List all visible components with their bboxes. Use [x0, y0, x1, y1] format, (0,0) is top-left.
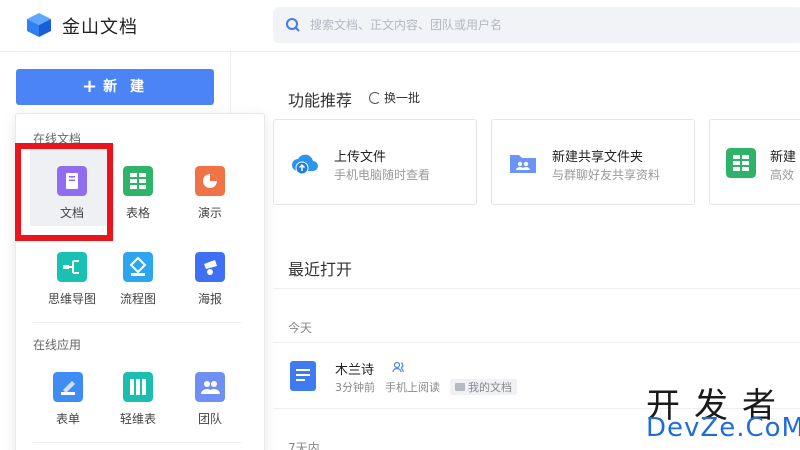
divider — [273, 288, 800, 289]
upload-file-card[interactable]: 上传文件 手机电脑随时查看 — [273, 119, 477, 205]
folder-tag[interactable]: 我的文档 — [450, 379, 517, 395]
file-meta: 3分钟前 手机上阅读 我的文档 — [335, 379, 517, 395]
refresh-button[interactable]: 换一批 — [369, 89, 420, 106]
file-time: 3分钟前 — [335, 381, 375, 394]
item-label: 团队 — [197, 412, 222, 426]
create-poster-item[interactable]: 海报 — [174, 252, 246, 312]
card-subtitle: 手机电脑随时查看 — [334, 168, 431, 182]
app-title[interactable]: 金山文档 — [62, 13, 138, 39]
sheet-icon — [726, 148, 756, 178]
card-title: 新建 — [770, 150, 797, 165]
sheet-icon — [123, 166, 153, 196]
divider — [33, 322, 241, 323]
file-device: 手机上阅读 — [385, 381, 440, 394]
kdocs-logo-icon[interactable] — [26, 12, 52, 38]
search-input[interactable]: 搜索文档、正文内容、团队或用户名 — [310, 16, 502, 33]
create-form-item[interactable]: 表单 — [32, 372, 104, 432]
new-sheet-card[interactable]: 新建 高效 — [709, 119, 800, 205]
top-header: 金山文档 搜索文档、正文内容、团队或用户名 — [0, 0, 800, 52]
card-subtitle: 高效 — [770, 168, 795, 182]
form-icon — [53, 372, 83, 402]
mindmap-icon — [57, 252, 87, 282]
today-label: 今天 — [288, 321, 313, 335]
highlight-annotation-box — [15, 143, 113, 241]
create-lightsheet-item[interactable]: 轻维表 — [102, 372, 174, 432]
shared-folder-card[interactable]: 新建共享文件夹 与群聊好友共享资料 — [491, 119, 695, 205]
doc-file-icon — [290, 361, 316, 391]
shared-folder-icon — [510, 155, 536, 173]
create-slides-item[interactable]: 演示 — [174, 166, 246, 226]
folder-icon — [455, 383, 465, 391]
refresh-icon — [369, 92, 381, 104]
watermark-domain: DevZe.CoM — [646, 413, 800, 443]
card-title: 上传文件 — [334, 150, 387, 165]
new-button-label: 新 建 — [103, 79, 148, 95]
create-team-item[interactable]: 团队 — [174, 372, 246, 432]
team-icon — [195, 372, 225, 402]
new-button[interactable]: + 新 建 — [16, 69, 214, 105]
item-label: 演示 — [197, 206, 222, 220]
slides-icon — [195, 166, 225, 196]
online-apps-title: 在线应用 — [33, 338, 82, 352]
file-name[interactable]: 木兰诗 — [335, 359, 374, 378]
flowchart-icon — [123, 252, 153, 282]
search-bar[interactable]: 搜索文档、正文内容、团队或用户名 — [273, 7, 800, 43]
shared-users-icon — [392, 361, 404, 373]
item-label: 轻维表 — [119, 412, 156, 426]
create-flowchart-item[interactable]: 流程图 — [102, 252, 174, 312]
search-icon — [286, 18, 300, 32]
card-title: 新建共享文件夹 — [552, 150, 644, 165]
divider — [33, 442, 241, 443]
refresh-label: 换一批 — [384, 91, 421, 105]
plus-icon: + — [82, 76, 102, 97]
divider — [273, 342, 800, 343]
lightsheet-icon — [123, 372, 153, 402]
item-label: 思维导图 — [47, 292, 96, 306]
features-title: 功能推荐 — [288, 91, 353, 110]
item-label: 海报 — [197, 292, 222, 306]
poster-icon — [195, 252, 225, 282]
week-label: 7天内 — [288, 441, 320, 450]
item-label: 流程图 — [119, 292, 156, 306]
upload-cloud-icon — [292, 154, 318, 175]
folder-name: 我的文档 — [468, 381, 512, 394]
card-subtitle: 与群聊好友共享资料 — [552, 168, 661, 182]
create-mindmap-item[interactable]: 思维导图 — [36, 252, 108, 312]
recent-title: 最近打开 — [288, 260, 353, 279]
item-label: 表单 — [55, 412, 80, 426]
